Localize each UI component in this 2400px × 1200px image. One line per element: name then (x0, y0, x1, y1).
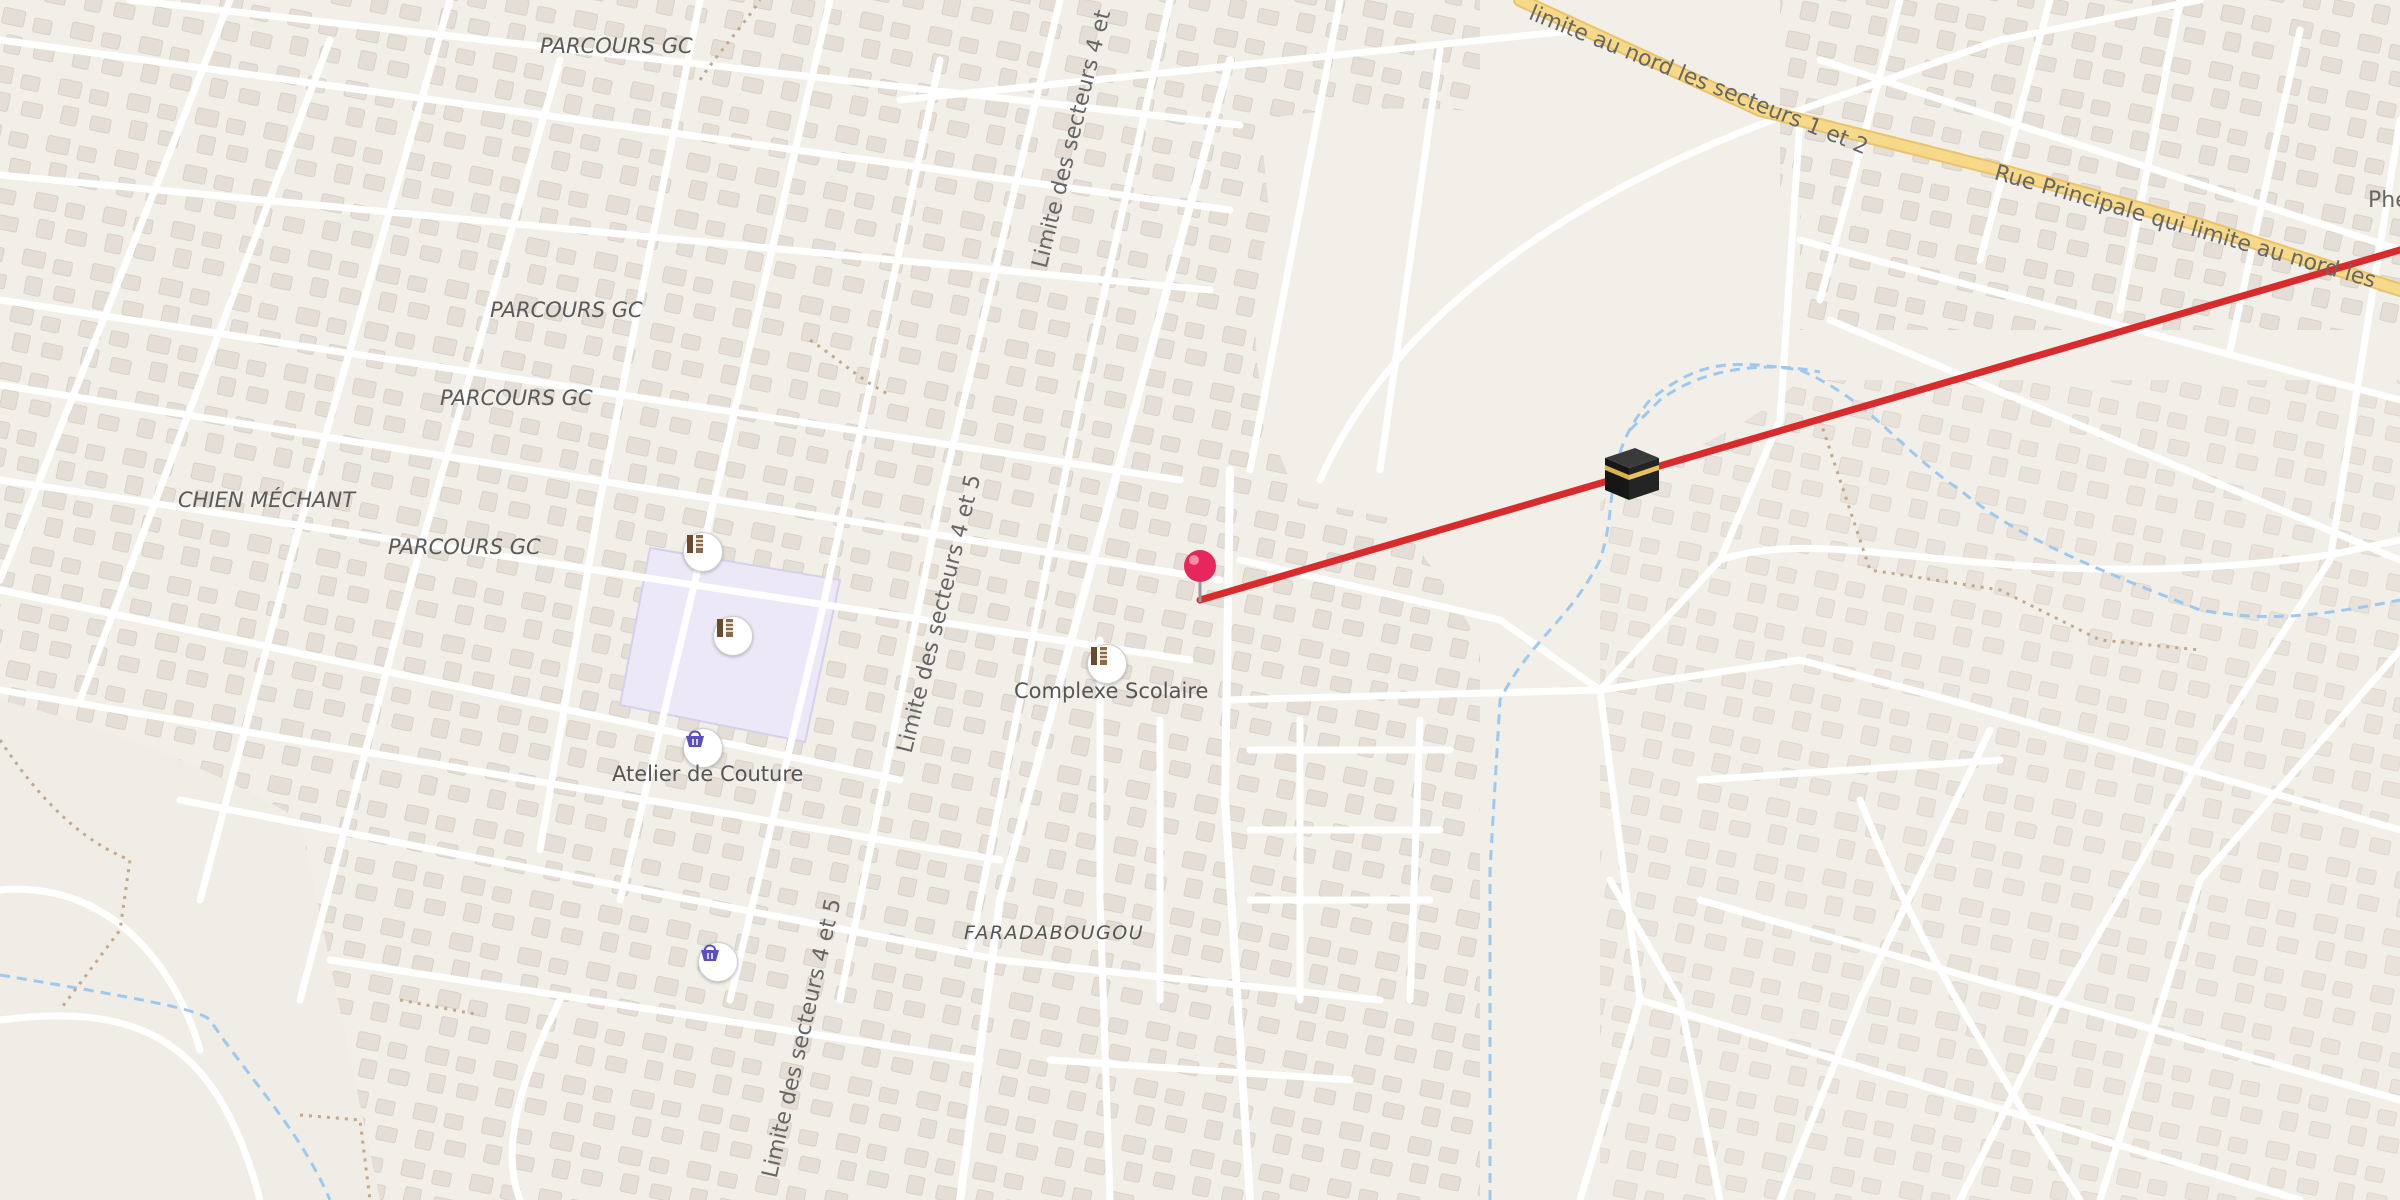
place-label-parcours-gc-4: PARCOURS GC (388, 535, 541, 559)
area-label-faradabougou: FARADABOUGOU (964, 922, 1145, 944)
place-label-parcours-gc-1: PARCOURS GC (540, 34, 693, 58)
poi-label-atelier-de-couture[interactable]: Atelier de Couture (612, 762, 803, 786)
kaaba-icon (1605, 448, 1659, 500)
school-icon[interactable] (713, 616, 753, 656)
place-label-parcours-gc-2: PARCOURS GC (490, 298, 643, 322)
school-icon[interactable] (683, 532, 723, 572)
school-icon[interactable] (1087, 644, 1127, 684)
place-label-chien-mechant: CHIEN MÉCHANT (178, 488, 356, 512)
place-label-parcours-gc-3: PARCOURS GC (440, 386, 593, 410)
poi-label-complexe-scolaire[interactable]: Complexe Scolaire (1014, 679, 1208, 703)
map-view[interactable]: PARCOURS GC PARCOURS GC PARCOURS GC CHIE… (0, 0, 2400, 1200)
road-label-phe: Phe (2368, 188, 2400, 213)
shop-basket-icon[interactable] (698, 942, 738, 982)
